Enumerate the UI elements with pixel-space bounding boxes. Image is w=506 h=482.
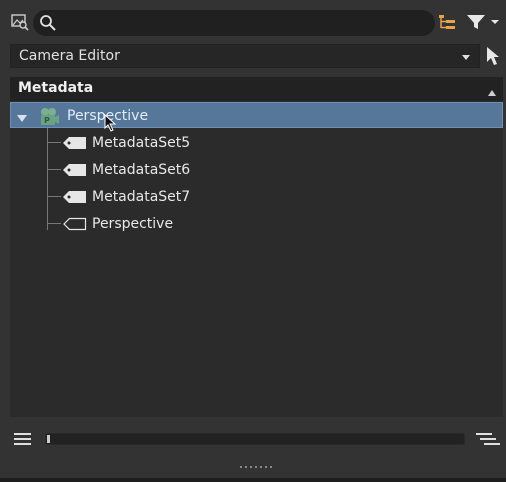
editor-select[interactable]: Camera Editor: [10, 44, 480, 68]
panel-title: Metadata: [18, 80, 94, 96]
footer-strip: [0, 478, 506, 482]
tree-label: MetadataSet7: [92, 189, 191, 205]
metadata-panel: Metadata P Perspective MetadataSet5 Meta…: [10, 77, 503, 417]
pointer-icon[interactable]: [485, 46, 501, 70]
tree-label: MetadataSet6: [92, 162, 191, 178]
menu-icon[interactable]: [14, 432, 32, 450]
horizontal-scrollbar[interactable]: [45, 433, 465, 445]
tree-row-metadataset7[interactable]: MetadataSet7: [10, 184, 503, 210]
svg-text:P: P: [44, 116, 50, 125]
mouse-cursor-icon: [104, 113, 118, 136]
resize-grip-icon[interactable]: [240, 458, 274, 474]
tag-filled-icon: [63, 136, 87, 154]
tree-label: Perspective: [92, 216, 174, 232]
tree-row-metadataset6[interactable]: MetadataSet6: [10, 157, 503, 183]
filter-icon[interactable]: [466, 13, 502, 35]
tree-row-metadataset5[interactable]: MetadataSet5: [10, 130, 503, 156]
align-lines-icon[interactable]: [476, 432, 500, 450]
chevron-down-icon: [461, 50, 471, 66]
scrollbar-thumb[interactable]: [47, 435, 50, 443]
image-search-icon[interactable]: [11, 13, 29, 35]
search-input[interactable]: [63, 13, 423, 33]
toolbar: [0, 0, 506, 44]
expand-arrow-icon[interactable]: [17, 111, 27, 127]
tag-filled-icon: [63, 190, 87, 208]
search-icon: [39, 14, 57, 36]
tag-outline-icon: [63, 217, 87, 235]
sort-ascending-icon[interactable]: [487, 85, 497, 101]
hierarchy-icon[interactable]: [438, 13, 456, 35]
bottom-bar: [0, 424, 506, 454]
tree-row-perspective-tag[interactable]: Perspective: [10, 211, 503, 237]
tag-filled-icon: [63, 163, 87, 181]
panel-header[interactable]: Metadata: [10, 77, 503, 101]
editor-select-value: Camera Editor: [19, 48, 120, 64]
tree-row-perspective[interactable]: P Perspective: [10, 102, 503, 128]
search-field[interactable]: [33, 10, 435, 36]
tree-label: MetadataSet5: [92, 135, 191, 151]
camera-object-icon: P: [38, 106, 60, 130]
